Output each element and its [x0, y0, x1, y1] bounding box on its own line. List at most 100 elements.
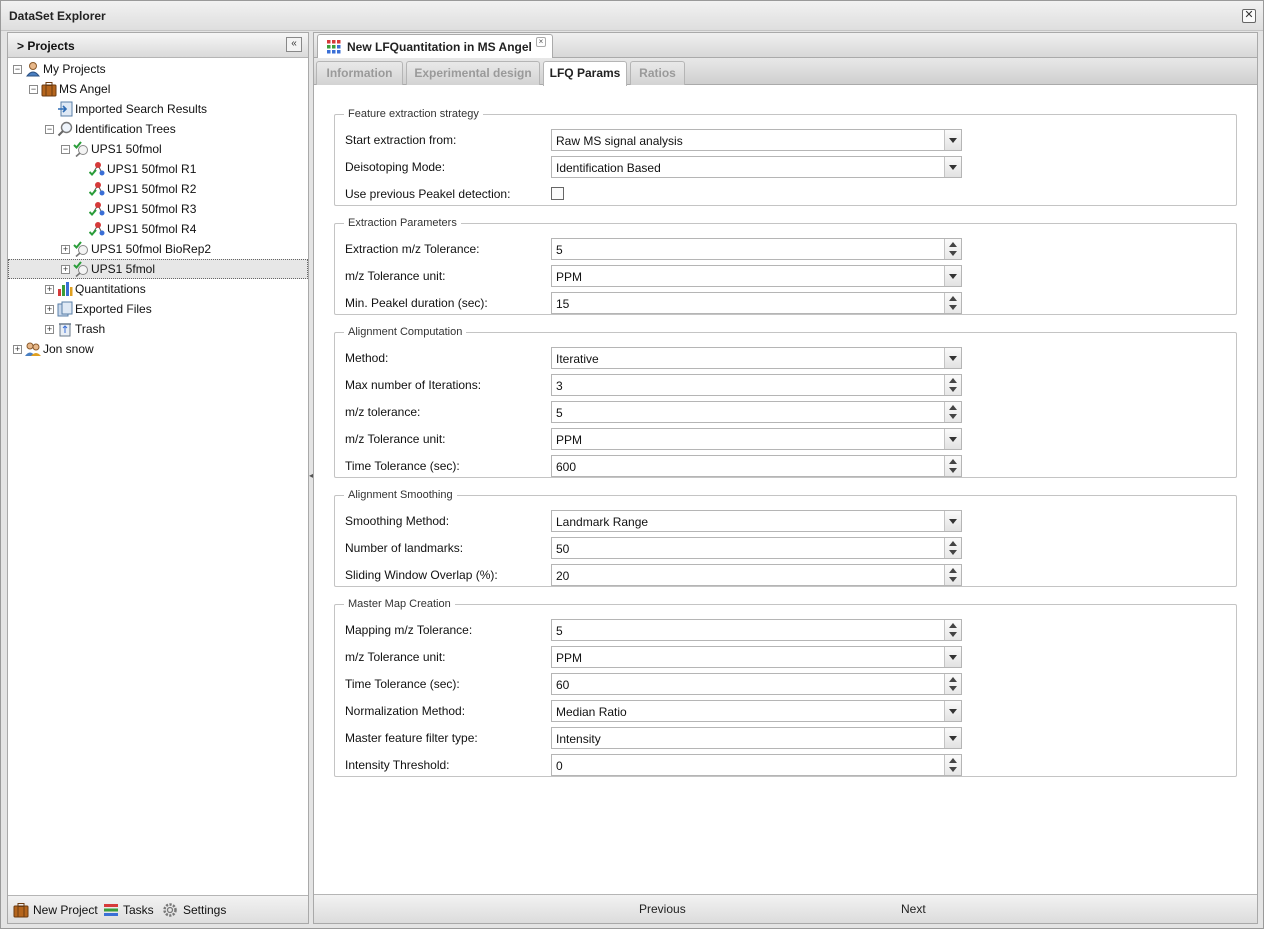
field-label: Normalization Method: — [345, 704, 466, 718]
landmarks-row: Number of landmarks: 50 — [335, 537, 1235, 559]
normalization-select[interactable]: Median Ratio — [551, 700, 962, 722]
tree-item-exported-files[interactable]: + Exported Files — [8, 299, 308, 319]
window-overlap-spinner[interactable]: 20 — [551, 564, 962, 586]
briefcase-icon — [41, 82, 57, 97]
spinner-arrows-icon[interactable] — [944, 620, 961, 640]
spinner-arrows-icon[interactable] — [944, 456, 961, 476]
expand-node-icon[interactable]: + — [45, 325, 54, 334]
start-extraction-select[interactable]: Raw MS signal analysis — [551, 129, 962, 151]
grid-icon — [327, 40, 341, 54]
tree-item-quantitations[interactable]: + Quantitations — [8, 279, 308, 299]
mapping-tolerance-spinner[interactable]: 5 — [551, 619, 962, 641]
next-button[interactable]: Next — [901, 902, 926, 916]
wizard-tab-bar: Information Experimental design LFQ Para… — [314, 58, 1257, 86]
expand-node-icon[interactable]: + — [61, 265, 70, 274]
window-close-icon[interactable]: ✕ — [1242, 9, 1256, 23]
landmarks-spinner[interactable]: 50 — [551, 537, 962, 559]
expand-node-icon[interactable]: + — [45, 305, 54, 314]
chevron-down-icon[interactable] — [944, 728, 961, 748]
spinner-value: 15 — [556, 297, 570, 311]
tree-item-jon-snow[interactable]: + Jon snow — [8, 339, 308, 359]
dataset-validated-icon — [73, 261, 88, 277]
tree-item-ups1-5fmol[interactable]: + UPS1 5fmol — [8, 259, 308, 279]
collapse-panel-icon[interactable]: « — [286, 37, 302, 52]
deisotoping-mode-select[interactable]: Identification Based — [551, 156, 962, 178]
tree-item-ups1-50fmol-r4[interactable]: UPS1 50fmol R4 — [8, 219, 308, 239]
tree-item-ups1-50fmol-r3[interactable]: UPS1 50fmol R3 — [8, 199, 308, 219]
spinner-arrows-icon[interactable] — [944, 538, 961, 558]
lfq-params-form: Feature extraction strategy Start extrac… — [314, 86, 1257, 894]
chevron-down-icon[interactable] — [944, 647, 961, 667]
spinner-value: 60 — [556, 678, 570, 692]
spinner-value: 5 — [556, 406, 563, 420]
master-time-tolerance-spinner[interactable]: 60 — [551, 673, 962, 695]
spinner-value: 50 — [556, 542, 570, 556]
chevron-down-icon[interactable] — [944, 266, 961, 286]
chevron-down-icon[interactable] — [944, 130, 961, 150]
spinner-arrows-icon[interactable] — [944, 402, 961, 422]
alignment-time-tolerance-spinner[interactable]: 600 — [551, 455, 962, 477]
section-legend: Feature extraction strategy — [348, 108, 479, 120]
max-iterations-spinner[interactable]: 3 — [551, 374, 962, 396]
chevron-down-icon[interactable] — [944, 511, 961, 531]
extraction-tolerance-spinner[interactable]: 5 — [551, 238, 962, 260]
spinner-arrows-icon[interactable] — [944, 565, 961, 585]
alignment-tolerance-spinner[interactable]: 5 — [551, 401, 962, 423]
tree-item-identification-trees[interactable]: − Identification Trees — [8, 119, 308, 139]
tree-item-label: UPS1 50fmol R4 — [107, 222, 197, 236]
tab-new-lfquantitation[interactable]: New LFQuantitation in MS Angel × — [317, 34, 553, 58]
chevron-down-icon[interactable] — [944, 701, 961, 721]
normalization-row: Normalization Method: Median Ratio — [335, 700, 1235, 722]
peakel-duration-spinner[interactable]: 15 — [551, 292, 962, 314]
magnifier-icon — [57, 121, 73, 137]
alignment-method-row: Method: Iterative — [335, 347, 1235, 369]
expand-node-icon[interactable]: + — [13, 345, 22, 354]
field-label: Master feature filter type: — [345, 731, 478, 745]
spinner-arrows-icon[interactable] — [944, 239, 961, 259]
tree-item-ups1-50fmol-r1[interactable]: UPS1 50fmol R1 — [8, 159, 308, 179]
collapse-node-icon[interactable]: − — [13, 65, 22, 74]
field-label: Use previous Peakel detection: — [345, 187, 511, 201]
select-value: Landmark Range — [556, 515, 649, 529]
tree-item-ms-angel[interactable]: − MS Angel — [8, 79, 308, 99]
master-unit-select[interactable]: PPM — [551, 646, 962, 668]
tab-ratios[interactable]: Ratios — [630, 61, 685, 85]
tree-item-ups1-50fmol-biorep2[interactable]: + UPS1 50fmol BioRep2 — [8, 239, 308, 259]
tab-information[interactable]: Information — [316, 61, 403, 85]
spinner-arrows-icon[interactable] — [944, 755, 961, 775]
close-tab-icon[interactable]: × — [536, 37, 546, 47]
feature-filter-select[interactable]: Intensity — [551, 727, 962, 749]
collapse-node-icon[interactable]: − — [29, 85, 38, 94]
tree-item-imported-search-results[interactable]: Imported Search Results — [8, 99, 308, 119]
spinner-arrows-icon[interactable] — [944, 293, 961, 313]
tree-item-my-projects[interactable]: − My Projects — [8, 59, 308, 79]
tree-item-ups1-50fmol-r2[interactable]: UPS1 50fmol R2 — [8, 179, 308, 199]
collapse-node-icon[interactable]: − — [45, 125, 54, 134]
previous-button[interactable]: Previous — [639, 902, 686, 916]
alignment-unit-select[interactable]: PPM — [551, 428, 962, 450]
collapse-node-icon[interactable]: − — [61, 145, 70, 154]
expand-node-icon[interactable]: + — [61, 245, 70, 254]
extraction-unit-select[interactable]: PPM — [551, 265, 962, 287]
select-value: PPM — [556, 270, 583, 284]
intensity-threshold-spinner[interactable]: 0 — [551, 754, 962, 776]
previous-peakel-checkbox[interactable] — [551, 187, 564, 200]
alignment-method-select[interactable]: Iterative — [551, 347, 962, 369]
tab-lfq-params[interactable]: LFQ Params — [543, 61, 627, 86]
chevron-down-icon[interactable] — [944, 157, 961, 177]
spinner-arrows-icon[interactable] — [944, 375, 961, 395]
chevron-down-icon[interactable] — [944, 429, 961, 449]
document-tab-label: New LFQuantitation in MS Angel — [347, 40, 532, 54]
dataset-validated-icon — [73, 241, 88, 257]
spinner-arrows-icon[interactable] — [944, 674, 961, 694]
tree-item-trash[interactable]: + Trash — [8, 319, 308, 339]
feature-extraction-fieldset: Feature extraction strategy Start extrac… — [334, 108, 1237, 206]
expand-node-icon[interactable]: + — [45, 285, 54, 294]
select-value: Median Ratio — [556, 705, 627, 719]
smoothing-method-select[interactable]: Landmark Range — [551, 510, 962, 532]
field-label: m/z Tolerance unit: — [345, 269, 446, 283]
tree-item-ups1-50fmol[interactable]: − UPS1 50fmol — [8, 139, 308, 159]
chevron-down-icon[interactable] — [944, 348, 961, 368]
tab-experimental-design[interactable]: Experimental design — [406, 61, 540, 85]
field-label: Start extraction from: — [345, 133, 457, 147]
